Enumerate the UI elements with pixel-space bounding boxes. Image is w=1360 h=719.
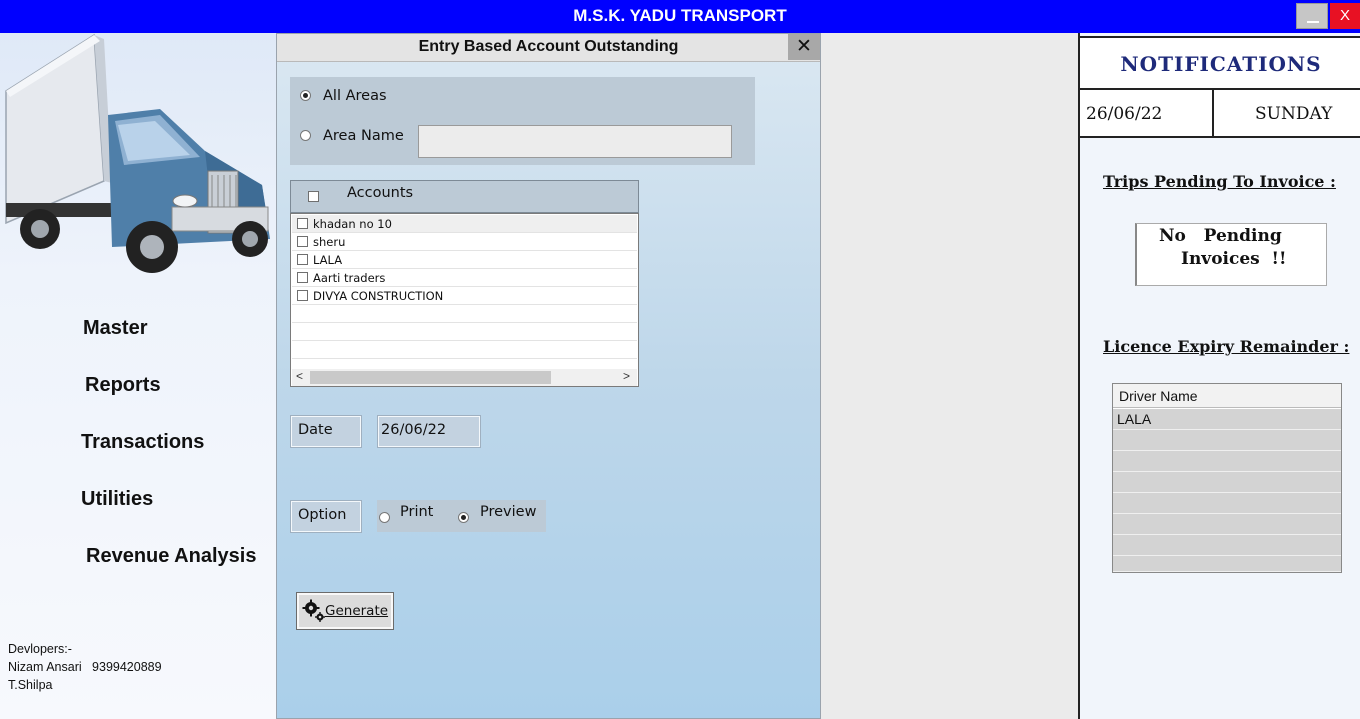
- generate-button[interactable]: Generate: [296, 592, 394, 630]
- gear-icon: [302, 599, 325, 622]
- scroll-left-icon[interactable]: <: [296, 369, 303, 383]
- driver-expiry-table: Driver Name LALA: [1112, 383, 1342, 573]
- account-checkbox[interactable]: [297, 218, 308, 229]
- account-checkbox[interactable]: [297, 254, 308, 265]
- list-item[interactable]: sheru: [292, 233, 637, 251]
- licence-expiry-heading: Licence Expiry Remainder :: [1103, 337, 1350, 356]
- date-label: Date: [298, 422, 333, 438]
- print-label: Print: [400, 504, 434, 520]
- notification-date-cell: 26/06/22: [1080, 90, 1214, 138]
- notifications-title: NOTIFICATIONS: [1120, 52, 1322, 76]
- account-name: DIVYA CONSTRUCTION: [313, 289, 444, 303]
- dialog-close-button[interactable]: ✕: [788, 34, 820, 60]
- account-checkbox[interactable]: [297, 272, 308, 283]
- table-row[interactable]: [1113, 430, 1341, 451]
- app-window: M.S.K. YADU TRANSPORT X Master Reports T…: [0, 0, 1360, 719]
- list-item[interactable]: DIVYA CONSTRUCTION: [292, 287, 637, 305]
- menu-reports[interactable]: Reports: [85, 374, 161, 397]
- empty-row: [292, 323, 637, 341]
- minimize-icon: [1307, 21, 1319, 23]
- menu-utilities[interactable]: Utilities: [81, 488, 153, 511]
- accounts-list: khadan no 10 sheru LALA Aarti traders DI…: [290, 213, 639, 387]
- pending-invoices-box: No Pending Invoices !!: [1135, 223, 1327, 286]
- left-panel: Master Reports Transactions Utilities Re…: [0, 33, 276, 719]
- account-name: LALA: [313, 253, 343, 267]
- option-label: Option: [298, 507, 347, 523]
- scroll-right-icon[interactable]: >: [623, 369, 630, 383]
- table-row[interactable]: [1113, 514, 1341, 535]
- truck-image: [5, 33, 270, 273]
- menu-master[interactable]: Master: [83, 317, 147, 340]
- list-item[interactable]: Aarti traders: [292, 269, 637, 287]
- output-option-group: Print Preview: [377, 500, 546, 532]
- generate-label: Generate: [325, 603, 389, 619]
- close-window-button[interactable]: X: [1330, 3, 1360, 29]
- developers-label: Devlopers:-: [8, 642, 72, 656]
- preview-label: Preview: [480, 504, 537, 520]
- date-value: 26/06/22: [381, 422, 447, 438]
- preview-radio[interactable]: [458, 512, 469, 523]
- area-selector: All Areas Area Name: [290, 77, 755, 165]
- account-checkbox[interactable]: [297, 290, 308, 301]
- pending-message-line1: No Pending: [1159, 226, 1282, 246]
- area-name-radio[interactable]: [300, 130, 311, 141]
- account-outstanding-dialog: Entry Based Account Outstanding ✕ All Ar…: [276, 33, 821, 719]
- table-row[interactable]: [1113, 493, 1341, 514]
- notification-day-cell: SUNDAY: [1214, 90, 1360, 138]
- scroll-thumb[interactable]: [310, 371, 551, 384]
- table-row[interactable]: [1113, 535, 1341, 556]
- notifications-header: NOTIFICATIONS: [1080, 36, 1360, 90]
- dialog-title: Entry Based Account Outstanding: [418, 38, 679, 55]
- account-checkbox[interactable]: [297, 236, 308, 247]
- print-radio[interactable]: [379, 512, 390, 523]
- minimize-button[interactable]: [1296, 3, 1328, 29]
- trips-pending-heading: Trips Pending To Invoice :: [1103, 172, 1336, 191]
- account-name: sheru: [313, 235, 346, 249]
- menu-revenue-analysis[interactable]: Revenue Analysis: [86, 545, 256, 568]
- menu-transactions[interactable]: Transactions: [81, 431, 204, 454]
- pending-message-line2: Invoices !!: [1181, 249, 1287, 269]
- horizontal-scrollbar[interactable]: < >: [292, 369, 637, 386]
- driver-name-cell: LALA: [1117, 411, 1152, 427]
- all-areas-label: All Areas: [323, 88, 387, 104]
- driver-name-header-label: Driver Name: [1119, 388, 1198, 404]
- accounts-header-label: Accounts: [347, 185, 414, 201]
- table-row[interactable]: [1113, 472, 1341, 493]
- notification-date: 26/06/22: [1086, 104, 1163, 124]
- area-name-label: Area Name: [323, 128, 404, 144]
- date-label-box: Date: [290, 415, 362, 448]
- table-row[interactable]: LALA: [1113, 409, 1341, 430]
- developer-name: Nizam Ansari 9399420889: [8, 660, 162, 674]
- notification-day: SUNDAY: [1255, 104, 1333, 124]
- notifications-panel: NOTIFICATIONS 26/06/22 SUNDAY Trips Pend…: [1078, 33, 1360, 719]
- account-name: khadan no 10: [313, 217, 392, 231]
- window-title: M.S.K. YADU TRANSPORT: [573, 6, 787, 25]
- select-all-accounts-checkbox[interactable]: [308, 191, 319, 202]
- driver-name-column-header: Driver Name: [1113, 384, 1341, 408]
- option-label-box: Option: [290, 500, 362, 533]
- title-bar: M.S.K. YADU TRANSPORT X: [0, 0, 1360, 33]
- table-row[interactable]: [1113, 451, 1341, 472]
- account-name: Aarti traders: [313, 271, 386, 285]
- area-name-input[interactable]: [418, 125, 732, 158]
- empty-row: [292, 305, 637, 323]
- empty-row: [292, 341, 637, 359]
- date-field[interactable]: 26/06/22: [377, 415, 481, 448]
- list-item[interactable]: LALA: [292, 251, 637, 269]
- developer-name: T.Shilpa: [8, 678, 53, 692]
- list-item[interactable]: khadan no 10: [292, 215, 637, 233]
- accounts-header: Accounts: [290, 180, 639, 213]
- dialog-title-bar: Entry Based Account Outstanding ✕: [277, 34, 820, 62]
- all-areas-radio[interactable]: [300, 90, 311, 101]
- table-row[interactable]: [1113, 556, 1341, 572]
